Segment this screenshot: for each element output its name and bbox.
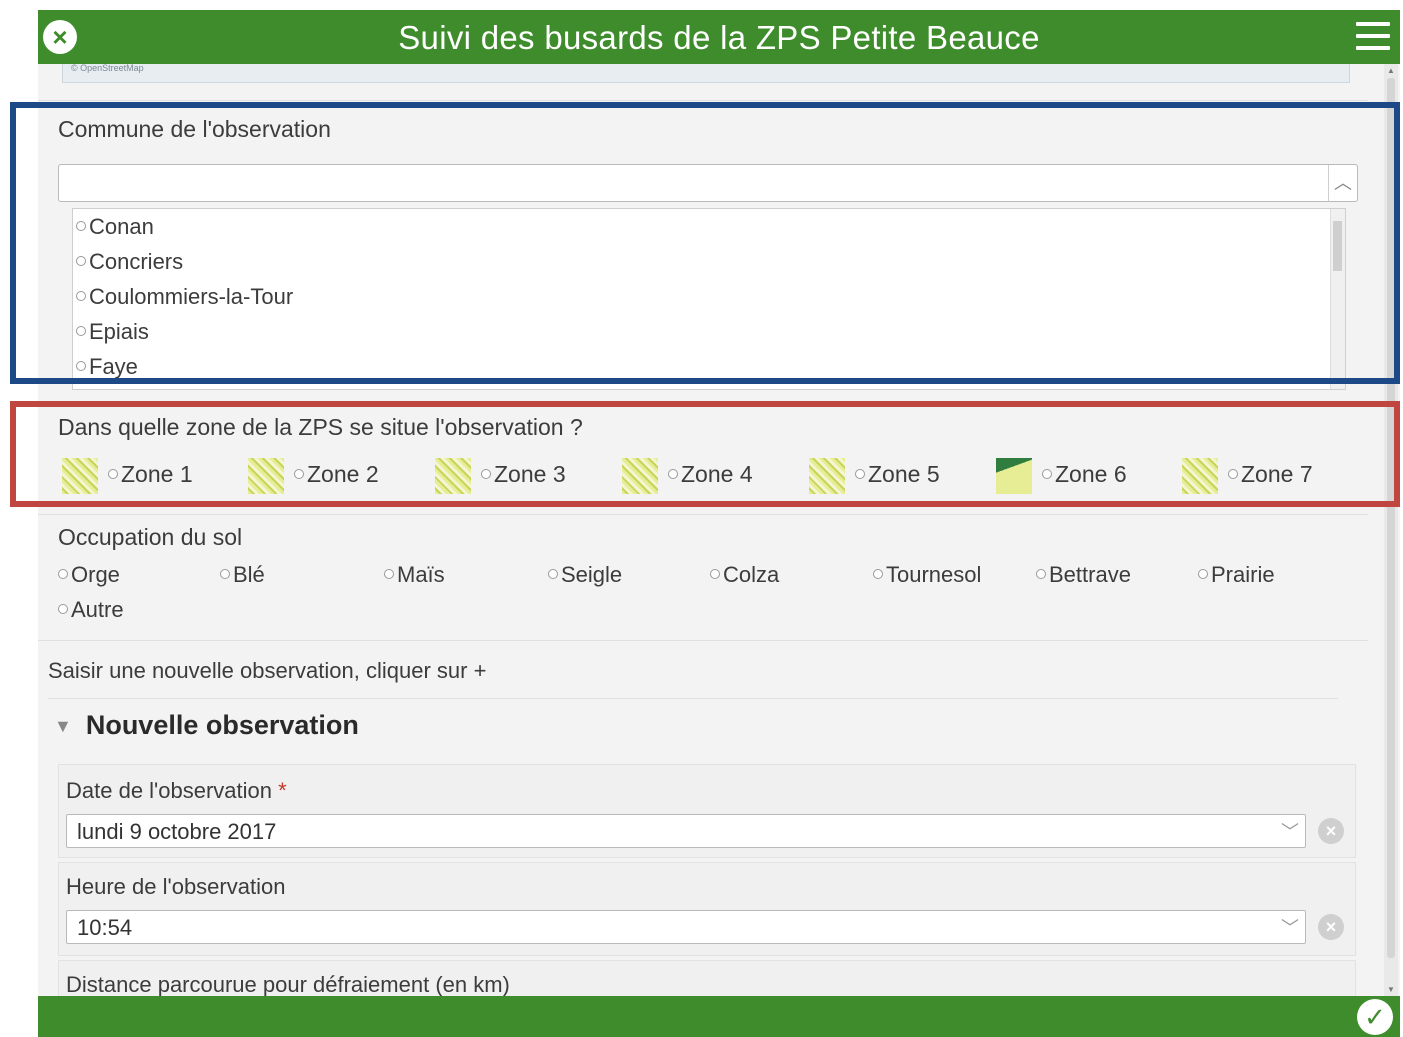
radio-icon[interactable] [384,569,394,580]
occupation-option-label: Autre [71,597,124,622]
occupation-option[interactable]: Tournesol [873,562,981,588]
new-observation-hint: Saisir une nouvelle observation, cliquer… [48,658,487,683]
app-footer: ✓ [38,996,1400,1037]
clear-icon[interactable]: × [1318,914,1344,940]
chevron-down-icon[interactable]: ﹀ [1281,815,1299,849]
radio-icon[interactable] [58,569,68,580]
radio-icon[interactable] [1036,569,1046,580]
required-marker: * [278,778,287,803]
occupation-option[interactable]: Bettrave [1036,562,1131,588]
map-attribution[interactable]: © OpenStreetMap [71,64,144,73]
occupation-label: Occupation du sol [58,524,243,550]
occupation-option-label: Orge [71,562,120,587]
occupation-radio-group[interactable]: Orge Blé Maïs Seigle Colza Tournesol Bet… [58,562,1358,592]
zone-highlight-box [10,401,1400,507]
app-header: × Suivi des busards de la ZPS Petite Bea… [38,10,1400,64]
time-label: Heure de l'observation [66,874,286,899]
date-label-text: Date de l'observation [66,778,272,803]
occupation-option[interactable]: Prairie [1198,562,1275,588]
occupation-option-label: Prairie [1211,562,1275,587]
occupation-option-label: Tournesol [886,562,982,587]
radio-icon[interactable] [1198,569,1208,580]
scroll-down-arrow-icon[interactable]: ▼ [1387,985,1395,994]
divider [48,698,1338,699]
occupation-option-label: Maïs [397,562,445,587]
occupation-option-label: Seigle [561,562,623,587]
radio-icon[interactable] [548,569,558,580]
date-picker-input[interactable]: lundi 9 octobre 2017 ﹀ [66,814,1306,848]
occupation-option[interactable]: Maïs [384,562,445,588]
occupation-option[interactable]: Seigle [548,562,622,588]
map-preview[interactable]: © OpenStreetMap [62,64,1350,83]
occupation-option[interactable]: Autre [58,597,124,622]
scroll-up-arrow-icon[interactable]: ▲ [1387,66,1395,75]
time-picker-input[interactable]: 10:54 ﹀ [66,910,1306,944]
occupation-radio-group-row2[interactable]: Autre [58,597,124,623]
occupation-option-label: Bettrave [1049,562,1131,587]
collapse-triangle-icon[interactable]: ▼ [54,716,72,736]
date-label: Date de l'observation * [66,778,287,804]
checkmark-icon[interactable]: ✓ [1357,999,1393,1035]
radio-icon[interactable] [58,604,68,615]
date-value: lundi 9 octobre 2017 [77,819,277,844]
occupation-option-label: Blé [233,562,265,587]
radio-icon[interactable] [710,569,720,580]
radio-icon[interactable] [873,569,883,580]
divider [38,514,1368,515]
hamburger-menu-icon[interactable] [1356,22,1390,52]
app-title: Suivi des busards de la ZPS Petite Beauc… [398,19,1040,56]
clear-icon[interactable]: × [1318,818,1344,844]
time-value: 10:54 [77,915,133,940]
radio-icon[interactable] [220,569,230,580]
distance-label: Distance parcourue pour défraiement (en … [66,972,510,996]
occupation-option[interactable]: Colza [710,562,779,588]
occupation-option-label: Colza [723,562,780,587]
chevron-down-icon[interactable]: ﹀ [1281,911,1299,945]
divider [38,100,1368,101]
new-observation-header[interactable]: ▼ Nouvelle observation [54,710,359,741]
commune-highlight-box [10,102,1400,384]
new-observation-title: Nouvelle observation [85,710,359,740]
divider [38,640,1368,641]
occupation-option[interactable]: Blé [220,562,265,588]
occupation-option[interactable]: Orge [58,562,120,588]
